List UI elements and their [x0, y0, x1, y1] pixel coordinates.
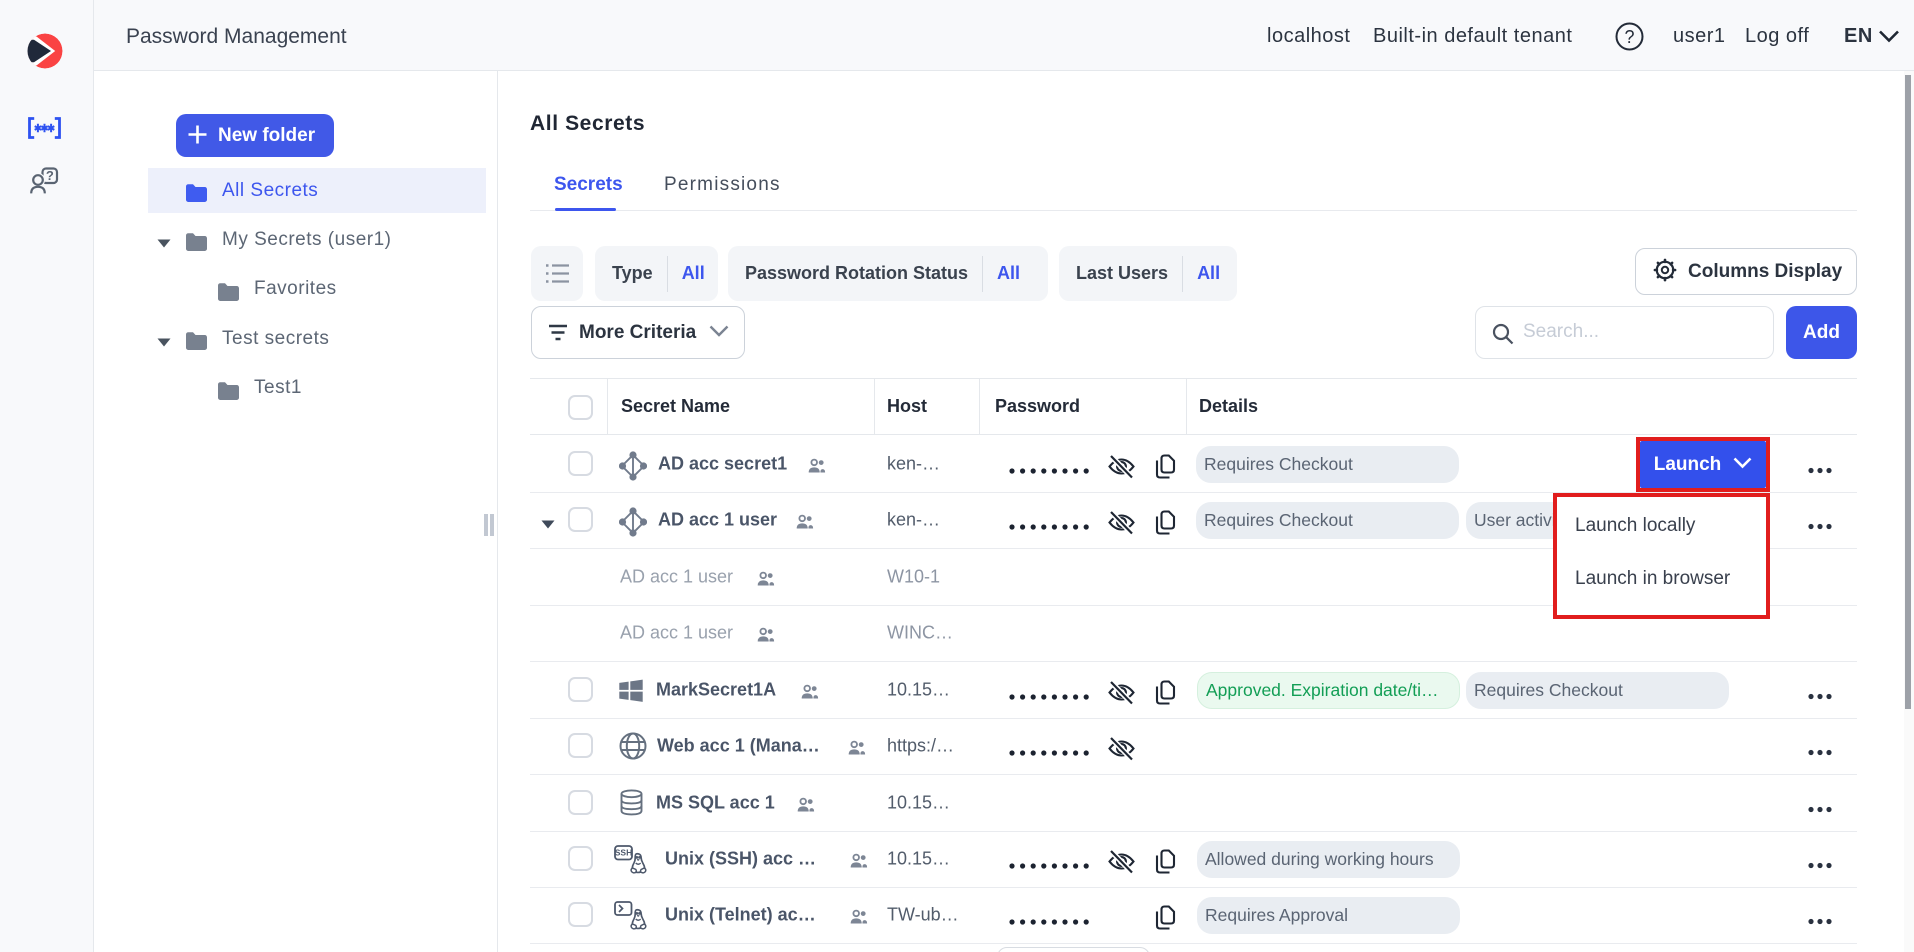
svg-text:?: ?: [1624, 27, 1634, 47]
svg-text:SSH: SSH: [615, 847, 632, 857]
svg-text:?: ?: [46, 168, 54, 183]
